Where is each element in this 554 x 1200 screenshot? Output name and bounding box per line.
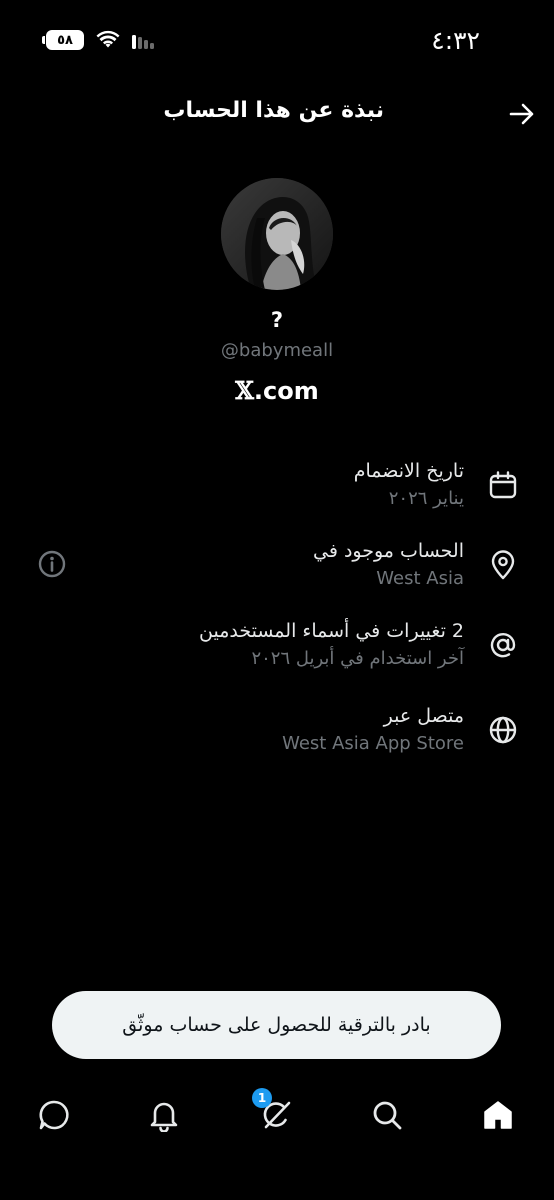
profile-photo [221,178,333,290]
info-row-connected-via: متصل عبر West Asia App Store [0,705,554,775]
header: نبذة عن هذا الحساب [0,90,554,140]
x-logo: 𝕏 [235,376,254,405]
nav-home[interactable] [481,1098,515,1132]
info-title: تاريخ الانضمام [353,460,464,482]
info-value: آخر استخدام في أبريل ٢٠٢٦ [251,648,464,669]
home-icon [484,1101,512,1129]
info-circle-icon[interactable] [38,550,66,578]
info-value: West Asia App Store [282,733,464,754]
battery-icon: ٥٨ [42,30,84,50]
arrow-right-icon [509,103,534,125]
globe-icon [489,716,517,744]
info-value: يناير ٢٠٢٦ [388,488,464,509]
page-title: نبذة عن هذا الحساب [163,98,384,123]
upgrade-verified-button[interactable]: بادر بالترقية للحصول على حساب موثّق [52,991,501,1059]
nav-notifications[interactable] [147,1098,181,1133]
location-pin-icon [491,550,515,580]
info-title: متصل عبر [383,705,464,727]
battery-level: ٥٨ [57,32,73,48]
notification-badge: 1 [252,1088,272,1108]
calendar-icon [489,471,517,499]
status-time: ٤:٣٢ [431,26,480,55]
info-row-username-changes: 2 تغييرات في أسماء المستخدمين آخر استخدا… [0,620,554,690]
back-button[interactable] [504,96,540,132]
avatar[interactable] [221,178,333,290]
username-handle: @babymeall [220,340,334,361]
bottom-nav: 1 [0,1080,554,1150]
brand-domain: .com [253,377,319,405]
nav-search[interactable] [370,1098,404,1132]
signal-icon [132,35,154,49]
info-row-location: الحساب موجود في West Asia [0,540,554,610]
wifi-icon [96,30,120,48]
at-sign-icon [490,632,516,658]
info-row-joined: تاريخ الانضمام يناير ٢٠٢٦ [0,460,554,530]
x-com-brand: 𝕏.com [0,376,554,405]
search-icon [373,1101,402,1130]
nav-grok[interactable]: 1 [252,1088,294,1132]
info-value: West Asia [376,568,464,589]
nav-messages[interactable] [37,1098,71,1132]
info-title: 2 تغييرات في أسماء المستخدمين [199,620,464,642]
status-indicators: ٥٨ [42,30,154,50]
info-title: الحساب موجود في [313,540,464,562]
status-bar: ٥٨ ٤:٣٢ [0,0,554,80]
display-name: ? [270,308,284,332]
bell-icon [150,1102,178,1133]
chat-bubble-icon [39,1100,69,1130]
